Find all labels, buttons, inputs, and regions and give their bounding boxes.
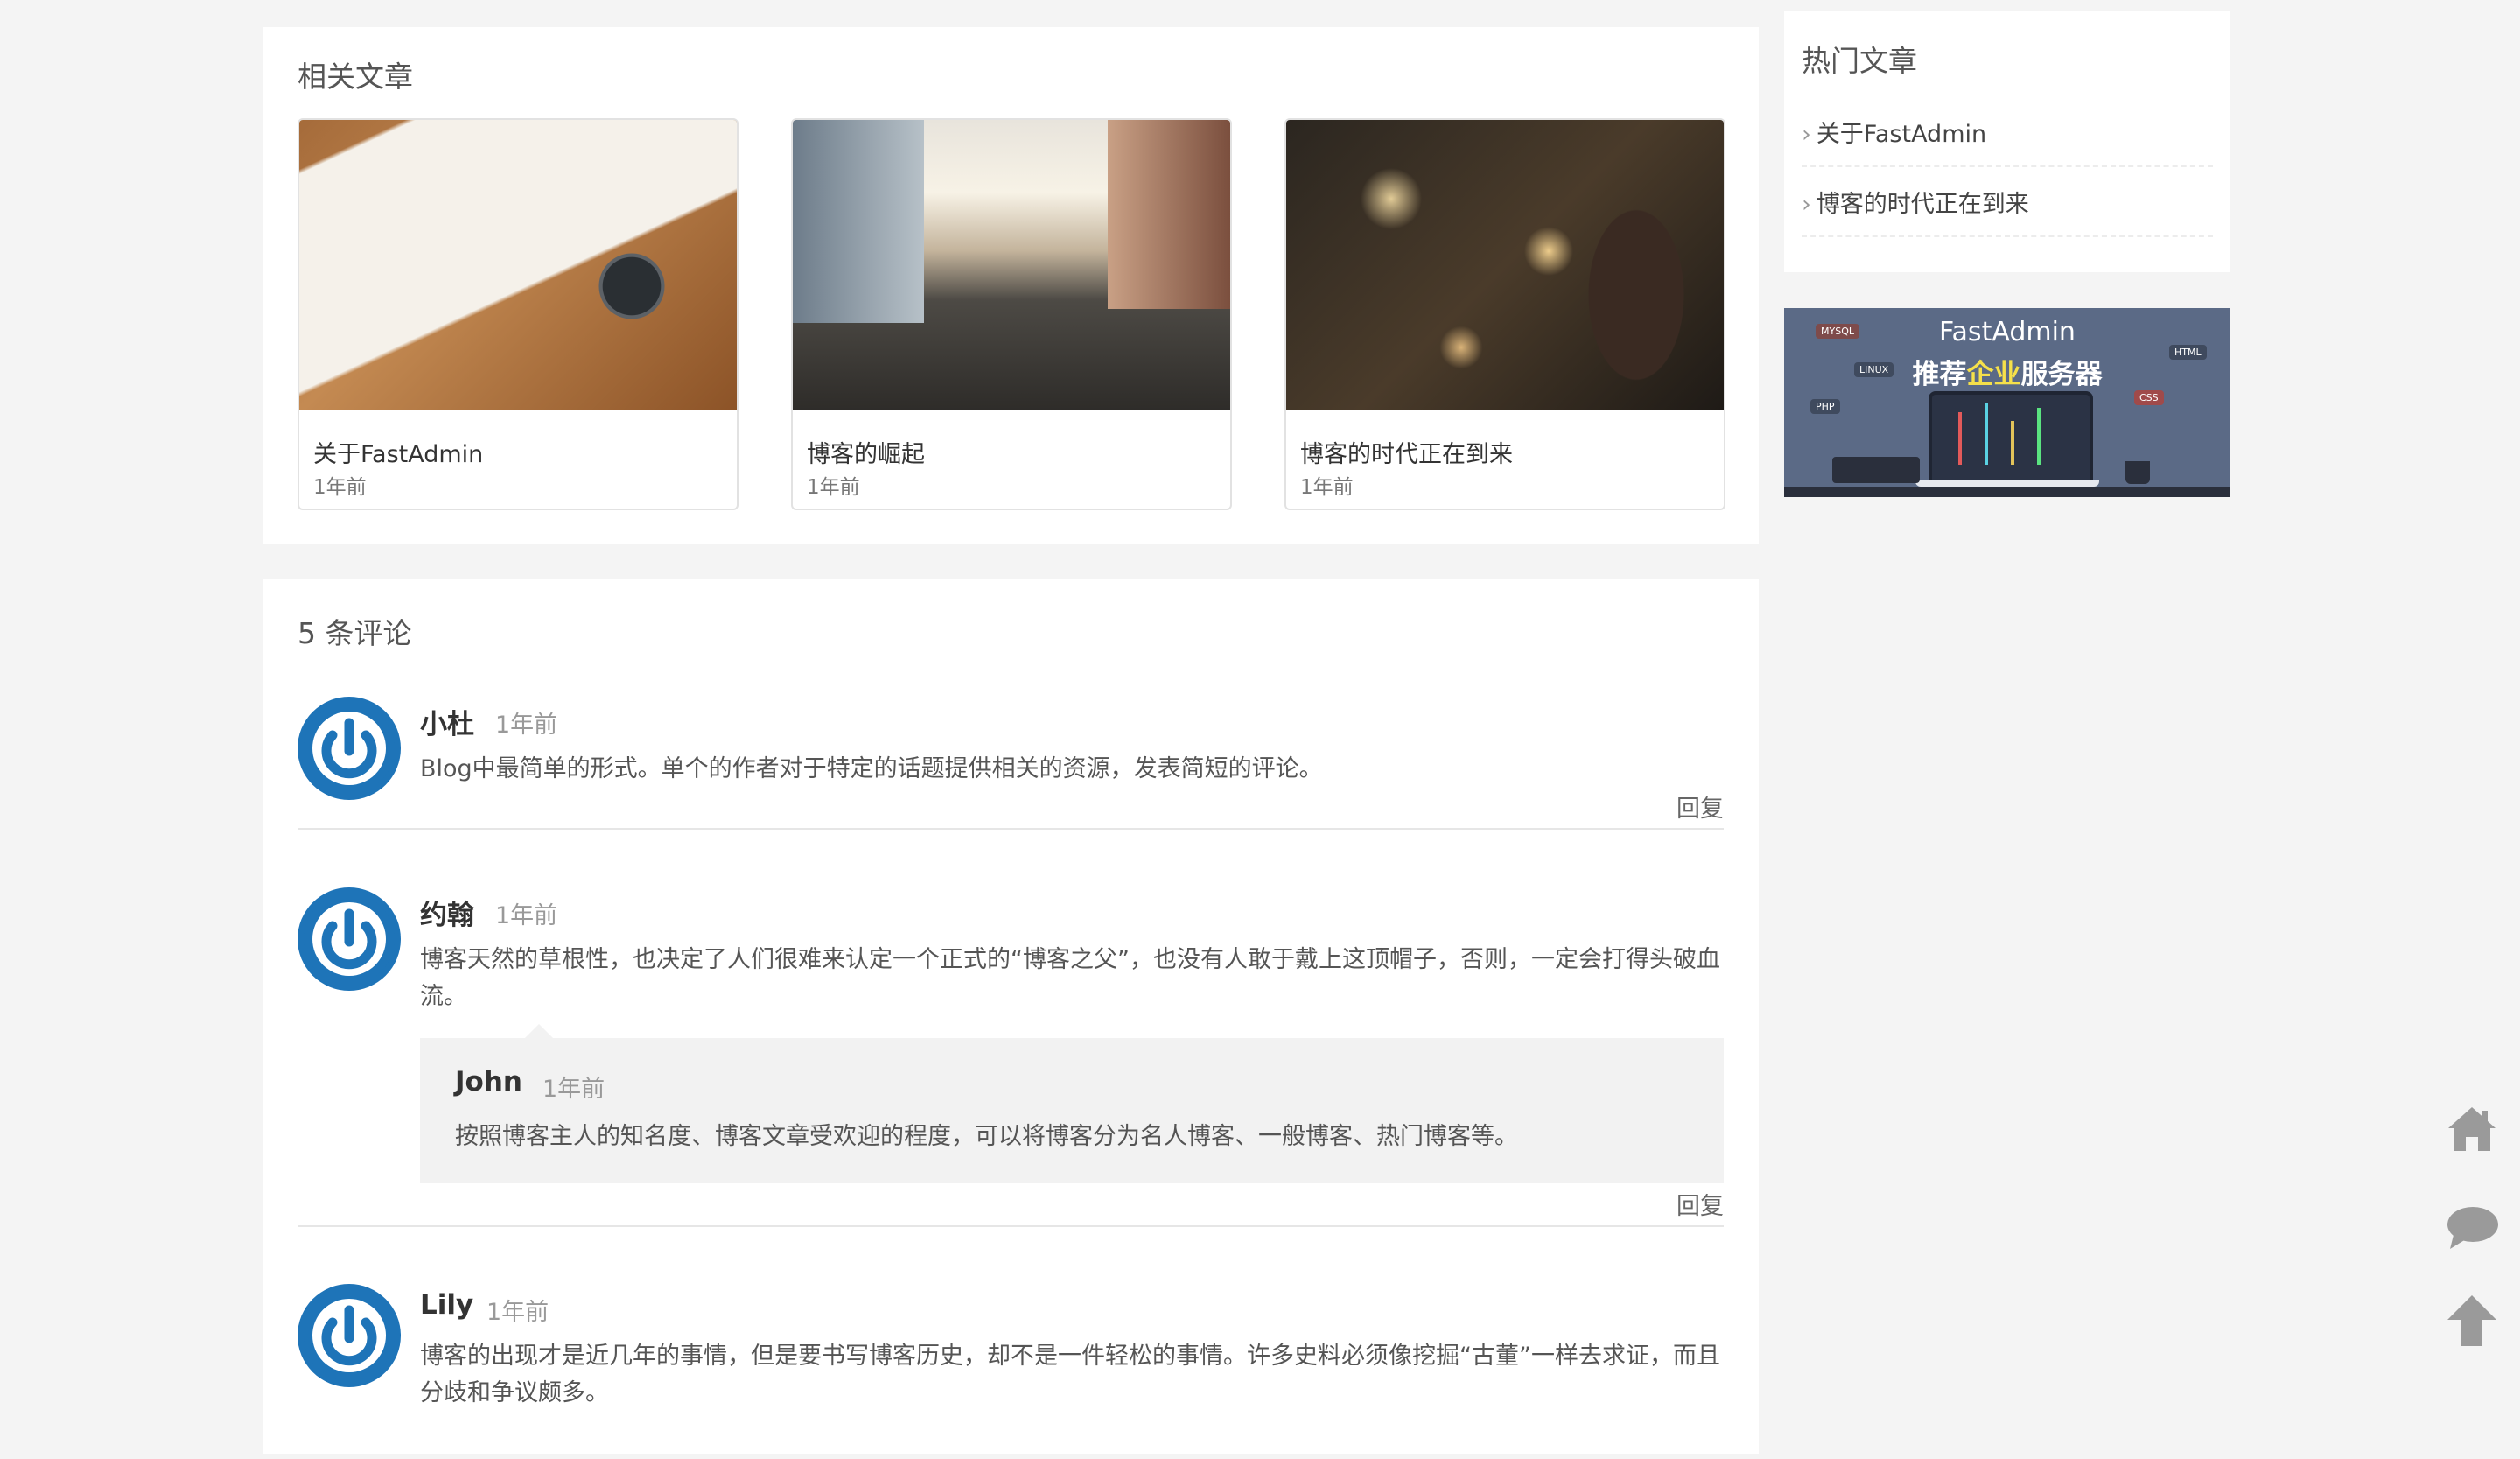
related-articles-title: 相关文章 xyxy=(298,60,413,94)
ad-tag: LINUX xyxy=(1854,362,1894,377)
keyboard xyxy=(1832,457,1920,483)
comment-icon[interactable] xyxy=(2441,1196,2502,1258)
article-thumbnail[interactable] xyxy=(299,120,737,410)
related-card[interactable]: 博客的时代正在到来 1年前 xyxy=(1284,118,1726,510)
coffee-cup xyxy=(2125,461,2150,484)
article-thumbnail[interactable] xyxy=(1286,120,1724,410)
avatar[interactable] xyxy=(298,887,401,991)
reply-caret xyxy=(525,1024,553,1038)
comment-text: 博客天然的草根性，也决定了人们很难来认定一个正式的“博客之父”，也没有人敢于戴上… xyxy=(420,946,1720,1010)
card-time: 1年前 xyxy=(1300,476,1354,499)
hot-article-link[interactable]: › 博客的时代正在到来 xyxy=(1802,185,2029,219)
power-icon xyxy=(304,703,395,794)
comments-title: 5 条评论 xyxy=(298,616,412,650)
hot-articles-title: 热门文章 xyxy=(1802,44,1917,78)
laptop-base xyxy=(1915,480,2099,487)
ad-desk xyxy=(1784,487,2230,497)
ad-tag: CSS xyxy=(2134,390,2164,405)
related-articles-panel: 相关文章 关于FastAdmin 1年前 博客的崛起 1年前 博客的时代正在到来… xyxy=(262,27,1759,544)
power-icon xyxy=(304,894,395,985)
chevron-right-icon: › xyxy=(1802,191,1811,218)
comment-item: 约翰 1年前 博客天然的草根性，也决定了人们很难来认定一个正式的“博客之父”，也… xyxy=(298,887,1724,1264)
card-title[interactable]: 博客的崛起 xyxy=(807,435,925,469)
comment-time: 1年前 xyxy=(486,1299,550,1326)
reply-button[interactable]: 回复 xyxy=(1676,1187,1724,1221)
ad-banner[interactable]: FastAdmin 推荐企业服务器 MYSQL LINUX PHP HTML C… xyxy=(1784,308,2230,497)
comment-time: 1年前 xyxy=(495,902,558,929)
ad-tag: HTML xyxy=(2169,345,2207,360)
hot-articles-panel: 热门文章 › 关于FastAdmin › 博客的时代正在到来 xyxy=(1784,11,2230,272)
related-card[interactable]: 博客的崛起 1年前 xyxy=(791,118,1232,510)
chevron-right-icon: › xyxy=(1802,121,1811,148)
ad-tag: PHP xyxy=(1810,399,1840,414)
power-icon xyxy=(304,1290,395,1381)
divider xyxy=(1802,235,2213,237)
ad-slogan: 推荐企业服务器 xyxy=(1784,352,2230,391)
hot-article-label[interactable]: 关于FastAdmin xyxy=(1816,121,1986,148)
divider xyxy=(298,828,1724,830)
reply-time: 1年前 xyxy=(542,1076,606,1103)
card-title[interactable]: 博客的时代正在到来 xyxy=(1300,435,1513,469)
comment-author[interactable]: 小杜 xyxy=(420,702,474,741)
divider xyxy=(1802,165,2213,167)
comment-text: 博客的出现才是近几年的事情，但是要书写博客历史，却不是一件轻松的事情。许多史料必… xyxy=(420,1343,1720,1406)
ad-slogan-post: 服务器 xyxy=(2020,359,2103,390)
nested-reply: John 1年前 按照博客主人的知名度、博客文章受欢迎的程度，可以将博客分为名人… xyxy=(420,1024,1724,1183)
card-time: 1年前 xyxy=(807,476,860,499)
ad-slogan-pre: 推荐 xyxy=(1912,359,1967,390)
comment-item: Lily 1年前 博客的出现才是近几年的事情，但是要书写博客历史，却不是一件轻松… xyxy=(298,1284,1724,1459)
related-card[interactable]: 关于FastAdmin 1年前 xyxy=(298,118,738,510)
comment-item: 小杜 1年前 Blog中最简单的形式。单个的作者对于特定的话题提供相关的资源，发… xyxy=(298,697,1724,872)
comments-panel: 5 条评论 小杜 1年前 Blog中最简单的形式。单个的作者对于特定的话题提供相… xyxy=(262,579,1759,1454)
arrow-up-icon[interactable] xyxy=(2441,1290,2502,1351)
ad-slogan-highlight: 企业 xyxy=(1966,359,2021,390)
ad-tag: MYSQL xyxy=(1816,324,1859,339)
card-time: 1年前 xyxy=(313,476,367,499)
home-icon[interactable] xyxy=(2441,1098,2502,1160)
laptop-screen xyxy=(1928,391,2093,486)
avatar[interactable] xyxy=(298,697,401,800)
comment-text: Blog中最简单的形式。单个的作者对于特定的话题提供相关的资源，发表简短的评论。 xyxy=(420,755,1323,782)
divider xyxy=(298,1225,1724,1227)
comment-author[interactable]: 约翰 xyxy=(420,893,474,932)
hot-article-link[interactable]: › 关于FastAdmin xyxy=(1802,115,1986,149)
reply-text: 按照博客主人的知名度、博客文章受欢迎的程度，可以将博客分为名人博客、一般博客、热… xyxy=(455,1123,1518,1150)
card-title[interactable]: 关于FastAdmin xyxy=(313,435,483,469)
reply-author[interactable]: John xyxy=(455,1066,522,1098)
reply-button[interactable]: 回复 xyxy=(1676,789,1724,824)
comment-time: 1年前 xyxy=(495,712,558,739)
hot-article-label[interactable]: 博客的时代正在到来 xyxy=(1816,191,2029,218)
comment-author[interactable]: Lily xyxy=(420,1289,473,1321)
article-thumbnail[interactable] xyxy=(793,120,1230,410)
avatar[interactable] xyxy=(298,1284,401,1387)
